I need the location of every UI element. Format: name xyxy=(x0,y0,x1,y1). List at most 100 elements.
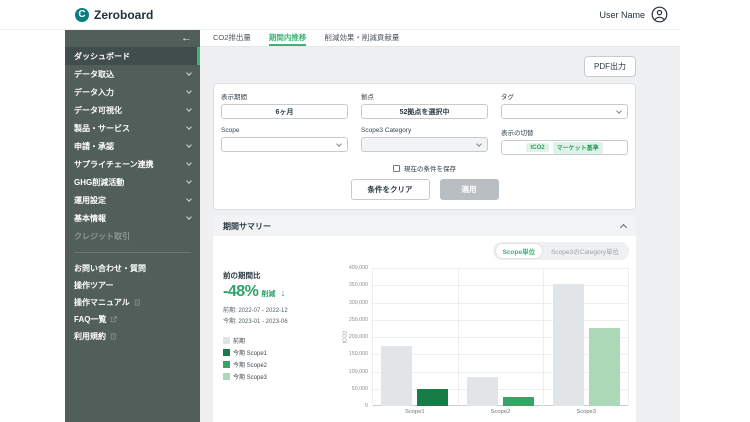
sidebar-item-data-visualization[interactable]: データ可視化 xyxy=(65,101,200,119)
sidebar-item-operation-settings[interactable]: 運用設定 xyxy=(65,191,200,209)
apply-button[interactable]: 適用 xyxy=(439,179,499,200)
market-basis-badge[interactable]: マーケット基準 xyxy=(552,141,603,154)
pdf-export-button[interactable]: PDF出力 xyxy=(584,56,636,77)
tab-reduction-effect[interactable]: 削減効果・削減貢献量 xyxy=(324,30,399,46)
legend-item: 今期 Scope2 xyxy=(223,360,338,369)
display-toggle-box[interactable]: tCO2 マーケット基準 xyxy=(501,140,628,155)
sidebar-divider xyxy=(74,252,191,253)
y-tick-label: 150,000 xyxy=(348,351,368,358)
sidebar-item-label: お問い合わせ・質問 xyxy=(74,264,146,273)
chevron-down-icon xyxy=(186,178,192,184)
y-tick-label: 50,000 xyxy=(351,385,368,392)
sidebar-item-label: 利用規約 xyxy=(74,332,106,341)
legend-swatch xyxy=(223,372,230,380)
sidebar-item-label: クレジット取引 xyxy=(74,231,130,241)
legend-item: 今期 Scope1 xyxy=(223,348,338,357)
sidebar-item-basic-info[interactable]: 基本情報 xyxy=(65,209,200,227)
chevron-down-icon xyxy=(186,214,192,220)
comparison-value: -48% xyxy=(223,283,259,300)
unit-toggle-group: Scope単位 Scope3のCategory単位 xyxy=(492,242,629,260)
y-tick-label: 0 xyxy=(365,403,368,409)
legend-item: 前期 xyxy=(223,336,338,345)
sidebar-collapse-row: ← xyxy=(65,30,200,47)
y-tick-label: 300,000 xyxy=(348,299,368,306)
save-conditions-row[interactable]: 現在の条件を保存 xyxy=(221,163,628,173)
chevron-down-icon xyxy=(476,140,482,147)
field-label: Scope xyxy=(221,127,240,134)
field-display-toggle: 表示の切替 tCO2 マーケット基準 xyxy=(501,127,628,155)
tab-period-trend[interactable]: 期間内推移 xyxy=(268,30,307,46)
sidebar-item-contact[interactable]: お問い合わせ・質問 xyxy=(65,260,200,277)
user-avatar-icon[interactable] xyxy=(651,6,668,23)
sidebar-item-credit-trading: クレジット取引 xyxy=(65,227,200,245)
period-summary-header[interactable]: 期間サマリー xyxy=(213,216,636,236)
field-tag: タグ xyxy=(501,91,628,119)
filter-buttons-row: 条件をクリア 適用 xyxy=(221,179,628,200)
sidebar-item-label: 基本情報 xyxy=(74,213,106,223)
user-menu[interactable]: User Name xyxy=(599,6,668,23)
filter-grid: 表示期間 6ヶ月 拠点 52拠点を選択中 タグ Scope Scope3 Cat… xyxy=(221,91,628,155)
toggle-scope-unit[interactable]: Scope単位 xyxy=(495,244,543,258)
sidebar-item-label: データ可視化 xyxy=(74,105,122,115)
sidebar-item-tour[interactable]: 操作ツアー xyxy=(65,277,200,294)
save-conditions-label: 現在の条件を保存 xyxy=(404,166,456,173)
document-icon xyxy=(110,333,117,340)
chevron-up-icon[interactable] xyxy=(619,223,628,232)
sidebar-item-label: GHG削減活動 xyxy=(74,177,125,187)
tag-select[interactable] xyxy=(501,104,628,119)
sidebar-collapse-icon[interactable]: ← xyxy=(181,33,192,44)
site-select-button[interactable]: 52拠点を選択中 xyxy=(361,104,488,119)
sidebar-item-label: 運用設定 xyxy=(74,195,106,205)
sidebar-item-label: 操作ツアー xyxy=(74,281,114,290)
field-scope3-category: Scope3 Category xyxy=(361,127,488,155)
field-display-period: 表示期間 6ヶ月 xyxy=(221,91,348,119)
field-scope: Scope xyxy=(221,127,348,155)
sidebar-item-manual[interactable]: 操作マニュアル xyxy=(65,294,200,311)
chevron-down-icon xyxy=(186,88,192,94)
tab-co2-emissions[interactable]: CO2排出量 xyxy=(213,30,251,46)
field-label: 拠点 xyxy=(361,94,374,101)
field-site: 拠点 52拠点を選択中 xyxy=(361,91,488,119)
app-window: C Zeroboard User Name ← ダッシュボード データ取込 デー… xyxy=(0,0,680,422)
chevron-down-icon xyxy=(186,70,192,76)
tab-bar: CO2排出量 期間内推移 削減効果・削減貢献量 xyxy=(200,30,680,47)
unit-badge[interactable]: tCO2 xyxy=(526,143,549,152)
bar-current-period-scope3 xyxy=(588,328,620,406)
sidebar-item-faq[interactable]: FAQ一覧 xyxy=(65,311,200,328)
sidebar-item-products-services[interactable]: 製品・サービス xyxy=(65,119,200,137)
bar-chart: tCO2 400,000 350,000 300,000 250,000 200,000… xyxy=(338,264,629,415)
sidebar-item-data-entry[interactable]: データ入力 xyxy=(65,83,200,101)
sidebar-item-label: 製品・サービス xyxy=(74,123,130,133)
scope-select[interactable] xyxy=(221,137,348,152)
content-column: PDF出力 表示期間 6ヶ月 拠点 52拠点を選択中 タグ Scope Scop… xyxy=(200,56,680,422)
sidebar-item-label: FAQ一覧 xyxy=(74,315,107,324)
display-period-button[interactable]: 6ヶ月 xyxy=(221,104,348,119)
sidebar-item-dashboard[interactable]: ダッシュボード xyxy=(65,47,200,65)
sidebar-item-ghg-reduction[interactable]: GHG削減活動 xyxy=(65,173,200,191)
bar-prev-period-scope1 xyxy=(381,345,413,406)
vertical-gridline xyxy=(457,268,459,406)
bar-prev-period-scope3 xyxy=(552,283,584,406)
user-name: User Name xyxy=(599,9,645,20)
sidebar-item-label: 申請・承認 xyxy=(74,141,114,151)
down-arrow-icon: ↓ xyxy=(280,288,286,299)
y-tick-label: 400,000 xyxy=(348,265,368,271)
sidebar-item-application-approval[interactable]: 申請・承認 xyxy=(65,137,200,155)
logo: C Zeroboard xyxy=(75,7,153,22)
bar-group-scope2: Scope2 xyxy=(458,268,544,415)
main-content: CO2排出量 期間内推移 削減効果・削減貢献量 PDF出力 表示期間 6ヶ月 拠… xyxy=(200,30,680,422)
comparison-periods: 前期: 2022-07 - 2022-12 今期: 2023-01 - 2023… xyxy=(223,306,338,328)
sidebar-item-supply-chain[interactable]: サプライチェーン連携 xyxy=(65,155,200,173)
chart-legend: 前期 今期 Scope1 今期 Scope2 今期 Scope3 xyxy=(223,336,338,381)
toggle-scope3-category-unit[interactable]: Scope3のCategory単位 xyxy=(544,244,626,258)
sidebar-item-terms[interactable]: 利用規約 xyxy=(65,328,200,345)
chevron-down-icon xyxy=(336,140,342,147)
bar-group-scope3: Scope3 xyxy=(543,268,629,415)
vertical-gridline xyxy=(372,268,373,406)
prev-period-text: 前期: 2022-07 - 2022-12 xyxy=(223,308,288,314)
sidebar-item-data-import[interactable]: データ取込 xyxy=(65,65,200,83)
save-conditions-checkbox[interactable] xyxy=(393,164,400,172)
bar-current-period-scope1 xyxy=(417,388,449,406)
vertical-gridline xyxy=(628,268,629,406)
clear-conditions-button[interactable]: 条件をクリア xyxy=(350,179,430,200)
